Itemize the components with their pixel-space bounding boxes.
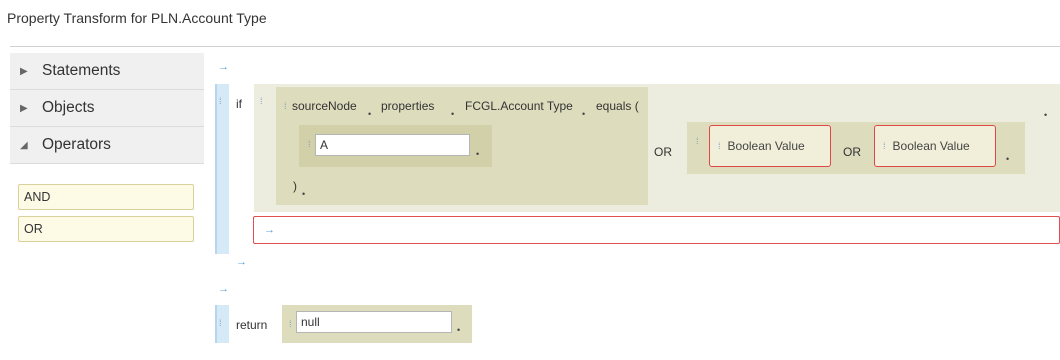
boolean-value-slot[interactable]: ⁞ Boolean Value bbox=[874, 125, 996, 167]
insert-statement-arrow-icon[interactable]: → bbox=[218, 61, 229, 73]
properties-token[interactable]: properties bbox=[381, 99, 434, 113]
chain-dot: • bbox=[451, 109, 455, 119]
drag-handle-icon[interactable]: ⁞ bbox=[696, 136, 698, 146]
boolean-value-placeholder: Boolean Value bbox=[727, 139, 805, 153]
insert-statement-arrow-icon[interactable]: → bbox=[218, 283, 229, 295]
sidebar-item-label: Objects bbox=[42, 99, 95, 116]
insert-statement-arrow-icon[interactable]: → bbox=[264, 224, 275, 236]
drag-handle-icon[interactable]: ⁞ bbox=[219, 96, 221, 106]
return-keyword: return bbox=[236, 318, 268, 332]
sidebar-item-label: Statements bbox=[42, 62, 121, 79]
drag-handle-icon[interactable]: ⁞ bbox=[284, 101, 286, 111]
expand-triangle-icon: ▶ bbox=[20, 65, 28, 77]
drag-handle-icon[interactable]: ⁞ bbox=[883, 141, 885, 151]
page-title: Property Transform for PLN.Account Type bbox=[7, 10, 267, 26]
return-value-input[interactable] bbox=[296, 311, 452, 333]
chain-dot: • bbox=[457, 325, 461, 335]
expand-triangle-icon: ▶ bbox=[20, 102, 28, 114]
property-name-token[interactable]: FCGL.Account Type bbox=[465, 99, 573, 113]
collapse-triangle-icon: ◢ bbox=[20, 139, 28, 151]
sidebar-item-label: Operators bbox=[42, 136, 111, 153]
source-node-token[interactable]: sourceNode bbox=[292, 99, 357, 113]
if-statement-gutter[interactable]: ⁞ bbox=[215, 84, 229, 254]
sidebar-item-objects[interactable]: ▶ Objects bbox=[10, 90, 204, 127]
chain-dot: • bbox=[302, 189, 306, 199]
chain-dot: • bbox=[1006, 154, 1010, 164]
insert-statement-arrow-icon[interactable]: → bbox=[236, 256, 247, 268]
chain-dot: • bbox=[1044, 110, 1048, 120]
header-divider bbox=[10, 46, 1060, 47]
chain-dot: • bbox=[582, 109, 586, 119]
drag-handle-icon[interactable]: ⁞ bbox=[308, 139, 310, 149]
drag-handle-icon[interactable]: ⁞ bbox=[289, 319, 291, 329]
sidebar-item-statements[interactable]: ▶ Statements bbox=[10, 53, 204, 90]
drag-handle-icon[interactable]: ⁞ bbox=[260, 96, 262, 106]
boolean-value-slot[interactable]: ⁞ Boolean Value bbox=[709, 125, 831, 167]
if-keyword: if bbox=[236, 97, 242, 111]
or-operator-label: OR bbox=[654, 145, 672, 159]
equals-token[interactable]: equals ( bbox=[596, 99, 639, 113]
or-operator-label: OR bbox=[843, 145, 861, 159]
sidebar-item-operators[interactable]: ◢ Operators bbox=[10, 127, 204, 164]
drag-handle-icon[interactable]: ⁞ bbox=[718, 141, 720, 151]
drag-handle-icon[interactable]: ⁞ bbox=[219, 318, 221, 328]
return-statement-gutter[interactable]: ⁞ bbox=[215, 305, 229, 343]
operator-and-block[interactable]: AND bbox=[18, 184, 194, 210]
chain-dot: • bbox=[476, 149, 480, 159]
operator-or-block[interactable]: OR bbox=[18, 216, 194, 242]
close-paren-token: ) bbox=[293, 179, 297, 193]
empty-then-body-slot[interactable]: → bbox=[253, 216, 1060, 244]
equals-value-input[interactable] bbox=[315, 134, 470, 156]
chain-dot: • bbox=[368, 109, 372, 119]
boolean-value-placeholder: Boolean Value bbox=[892, 139, 970, 153]
